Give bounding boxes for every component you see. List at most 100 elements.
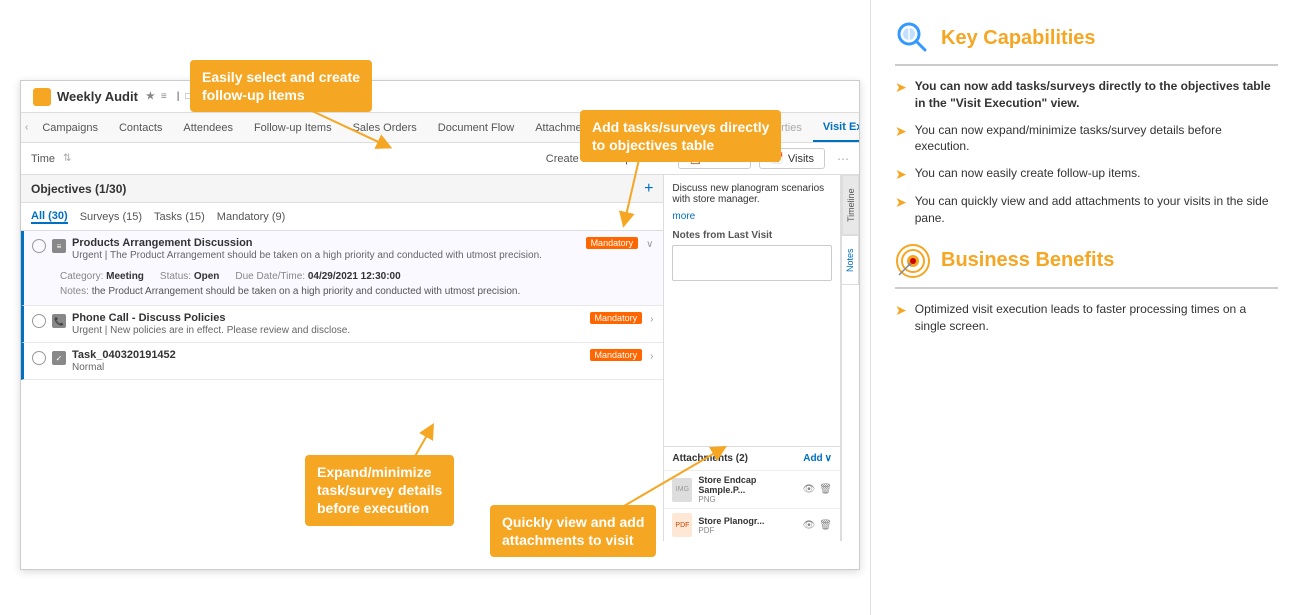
tab-campaigns[interactable]: Campaigns xyxy=(32,113,109,142)
target-icon xyxy=(895,243,931,279)
file-type-2: PDF xyxy=(698,526,796,535)
more-options-icon[interactable]: ⋯ xyxy=(837,152,849,166)
delete-file-2[interactable]: 🗑 xyxy=(819,520,832,531)
filter-tabs: All (30) Surveys (15) Tasks (15) Mandato… xyxy=(21,203,663,231)
side-notes-panel: Discuss new planogram scenarios with sto… xyxy=(664,175,841,541)
obj-expand-2[interactable]: › xyxy=(648,312,655,327)
time-label: Time xyxy=(31,153,55,165)
callout-attachments: Quickly view and addattachments to visit xyxy=(490,505,656,557)
capability-item-2: ➤ You can now expand/minimize tasks/surv… xyxy=(895,122,1278,156)
file-name-2: Store Planogr... xyxy=(698,516,796,526)
filter-surveys[interactable]: Surveys (15) xyxy=(80,211,142,223)
search-capabilities-icon xyxy=(895,20,931,56)
obj-subtitle-1: Urgent | The Product Arrangement should … xyxy=(72,250,580,261)
objectives-title: Objectives (1/30) xyxy=(31,182,126,196)
capability-item-3: ➤ You can now easily create follow-up it… xyxy=(895,165,1278,183)
chevron-icon-5: ➤ xyxy=(895,302,907,319)
view-file-2[interactable]: 👁 xyxy=(803,520,816,531)
tab-contacts[interactable]: Contacts xyxy=(109,113,173,142)
obj-expand-3[interactable]: › xyxy=(648,349,655,364)
obj-expand-1[interactable]: ∨ xyxy=(644,237,655,252)
filter-tasks[interactable]: Tasks (15) xyxy=(154,211,205,223)
notes-from-last-label: Notes from Last Visit xyxy=(672,230,832,241)
business-benefits-header: Business Benefits xyxy=(895,243,1278,279)
obj-title-2: Phone Call - Discuss Policies xyxy=(72,312,584,324)
app-title: Weekly Audit xyxy=(57,89,138,104)
objective-item-3: ✓ Task_040320191452 Normal Mandatory › xyxy=(21,343,663,380)
nav-prev[interactable]: ‹ xyxy=(25,122,28,133)
obj-details-1: Category: Meeting Status: Open Due Date/… xyxy=(24,267,663,305)
obj-type-icon-3: ✓ xyxy=(52,351,66,365)
title-bar: Weekly Audit ★ ≡ | □ ⊕ xyxy=(21,81,859,113)
tab-attendees[interactable]: Attendees xyxy=(173,113,244,142)
key-capabilities-title: Key Capabilities xyxy=(941,27,1096,50)
key-capabilities-header: Key Capabilities xyxy=(895,20,1278,56)
file-info-2: Store Planogr... PDF xyxy=(698,516,796,535)
attachment-item-2: PDF Store Planogr... PDF 👁 🗑 xyxy=(664,508,840,541)
timeline-tab[interactable]: Timeline xyxy=(842,175,859,235)
obj-type-icon-2: 📞 xyxy=(52,314,66,328)
notes-discussion-text: Discuss new planogram scenarios with sto… xyxy=(672,183,832,205)
file-type-1: PNG xyxy=(698,495,796,504)
obj-checkbox-3[interactable] xyxy=(32,351,46,365)
objectives-list: ≡ Products Arrangement Discussion Urgent… xyxy=(21,231,663,380)
notes-content: Discuss new planogram scenarios with sto… xyxy=(664,175,840,446)
mandatory-badge-3: Mandatory xyxy=(590,349,643,361)
vertical-tabs: Timeline Notes xyxy=(841,175,859,541)
sort-icon[interactable]: ⇅ xyxy=(63,153,71,164)
mandatory-badge-2: Mandatory xyxy=(590,312,643,324)
attachments-header: Attachments (2) Add ∨ xyxy=(664,446,840,470)
tab-followup[interactable]: Follow-up Items xyxy=(244,113,343,142)
chevron-icon-1: ➤ xyxy=(895,79,907,96)
filter-all[interactable]: All (30) xyxy=(31,210,68,224)
mandatory-badge-1: Mandatory xyxy=(586,237,639,249)
chevron-icon-4: ➤ xyxy=(895,194,907,211)
obj-content-1: Products Arrangement Discussion Urgent |… xyxy=(72,237,580,261)
capability-item-4: ➤ You can quickly view and add attachmen… xyxy=(895,193,1278,227)
chevron-icon-2: ➤ xyxy=(895,123,907,140)
filter-mandatory[interactable]: Mandatory (9) xyxy=(217,211,285,223)
benefit-text-1: Optimized visit execution leads to faste… xyxy=(915,301,1278,335)
file-actions-1: 👁 🗑 xyxy=(803,484,832,495)
attachments-title: Attachments (2) xyxy=(672,453,748,464)
business-benefits-section: Business Benefits ➤ Optimized visit exec… xyxy=(895,243,1278,335)
tab-salesorders[interactable]: Sales Orders xyxy=(343,113,428,142)
capability-text-3: You can now easily create follow-up item… xyxy=(915,165,1141,182)
callout-addtasks: Add tasks/surveys directlyto objectives … xyxy=(580,110,781,162)
obj-subtitle-2: Urgent | New policies are in effect. Ple… xyxy=(72,325,584,336)
chevron-icon-3: ➤ xyxy=(895,166,907,183)
more-notes-link[interactable]: more xyxy=(672,211,832,222)
notes-textarea[interactable] xyxy=(672,245,832,281)
attachments-section: Attachments (2) Add ∨ IMG Store Endcap S… xyxy=(664,446,840,541)
obj-content-3: Task_040320191452 Normal xyxy=(72,349,584,373)
add-attachment-button[interactable]: Add ∨ xyxy=(803,453,832,464)
obj-type-icon-1: ≡ xyxy=(52,239,66,253)
file-actions-2: 👁 🗑 xyxy=(803,520,832,531)
file-name-1: Store Endcap Sample.P... xyxy=(698,475,796,495)
notes-tab-vertical[interactable]: Notes xyxy=(842,235,859,285)
tab-visitexecution[interactable]: Visit Execution xyxy=(813,113,859,142)
business-benefits-divider xyxy=(895,287,1278,289)
delete-file-1[interactable]: 🗑 xyxy=(819,484,832,495)
obj-checkbox-1[interactable] xyxy=(32,239,46,253)
objectives-header: Objectives (1/30) + xyxy=(21,175,663,203)
attachment-item-1: IMG Store Endcap Sample.P... PNG 👁 🗑 xyxy=(664,470,840,508)
obj-title-1: Products Arrangement Discussion xyxy=(72,237,580,249)
capability-item-1: ➤ You can now add tasks/surveys directly… xyxy=(895,78,1278,112)
file-icon-2: PDF xyxy=(672,513,692,537)
obj-title-3: Task_040320191452 xyxy=(72,349,584,361)
obj-checkbox-2[interactable] xyxy=(32,314,46,328)
add-objective-button[interactable]: + xyxy=(644,180,653,198)
obj-subtitle-3: Normal xyxy=(72,362,584,373)
file-icon-1: IMG xyxy=(672,478,692,502)
capability-text-1: You can now add tasks/surveys directly t… xyxy=(915,78,1278,112)
callout-expand: Expand/minimizetask/survey detailsbefore… xyxy=(305,455,454,526)
capability-text-4: You can quickly view and add attachments… xyxy=(915,193,1278,227)
objective-item-1: ≡ Products Arrangement Discussion Urgent… xyxy=(21,231,663,306)
file-info-1: Store Endcap Sample.P... PNG xyxy=(698,475,796,504)
view-file-1[interactable]: 👁 xyxy=(803,484,816,495)
callout-followup: Easily select and createfollow-up items xyxy=(190,60,372,112)
tab-docflow[interactable]: Document Flow xyxy=(428,113,525,142)
capability-text-2: You can now expand/minimize tasks/survey… xyxy=(915,122,1278,156)
key-capabilities-divider xyxy=(895,64,1278,66)
